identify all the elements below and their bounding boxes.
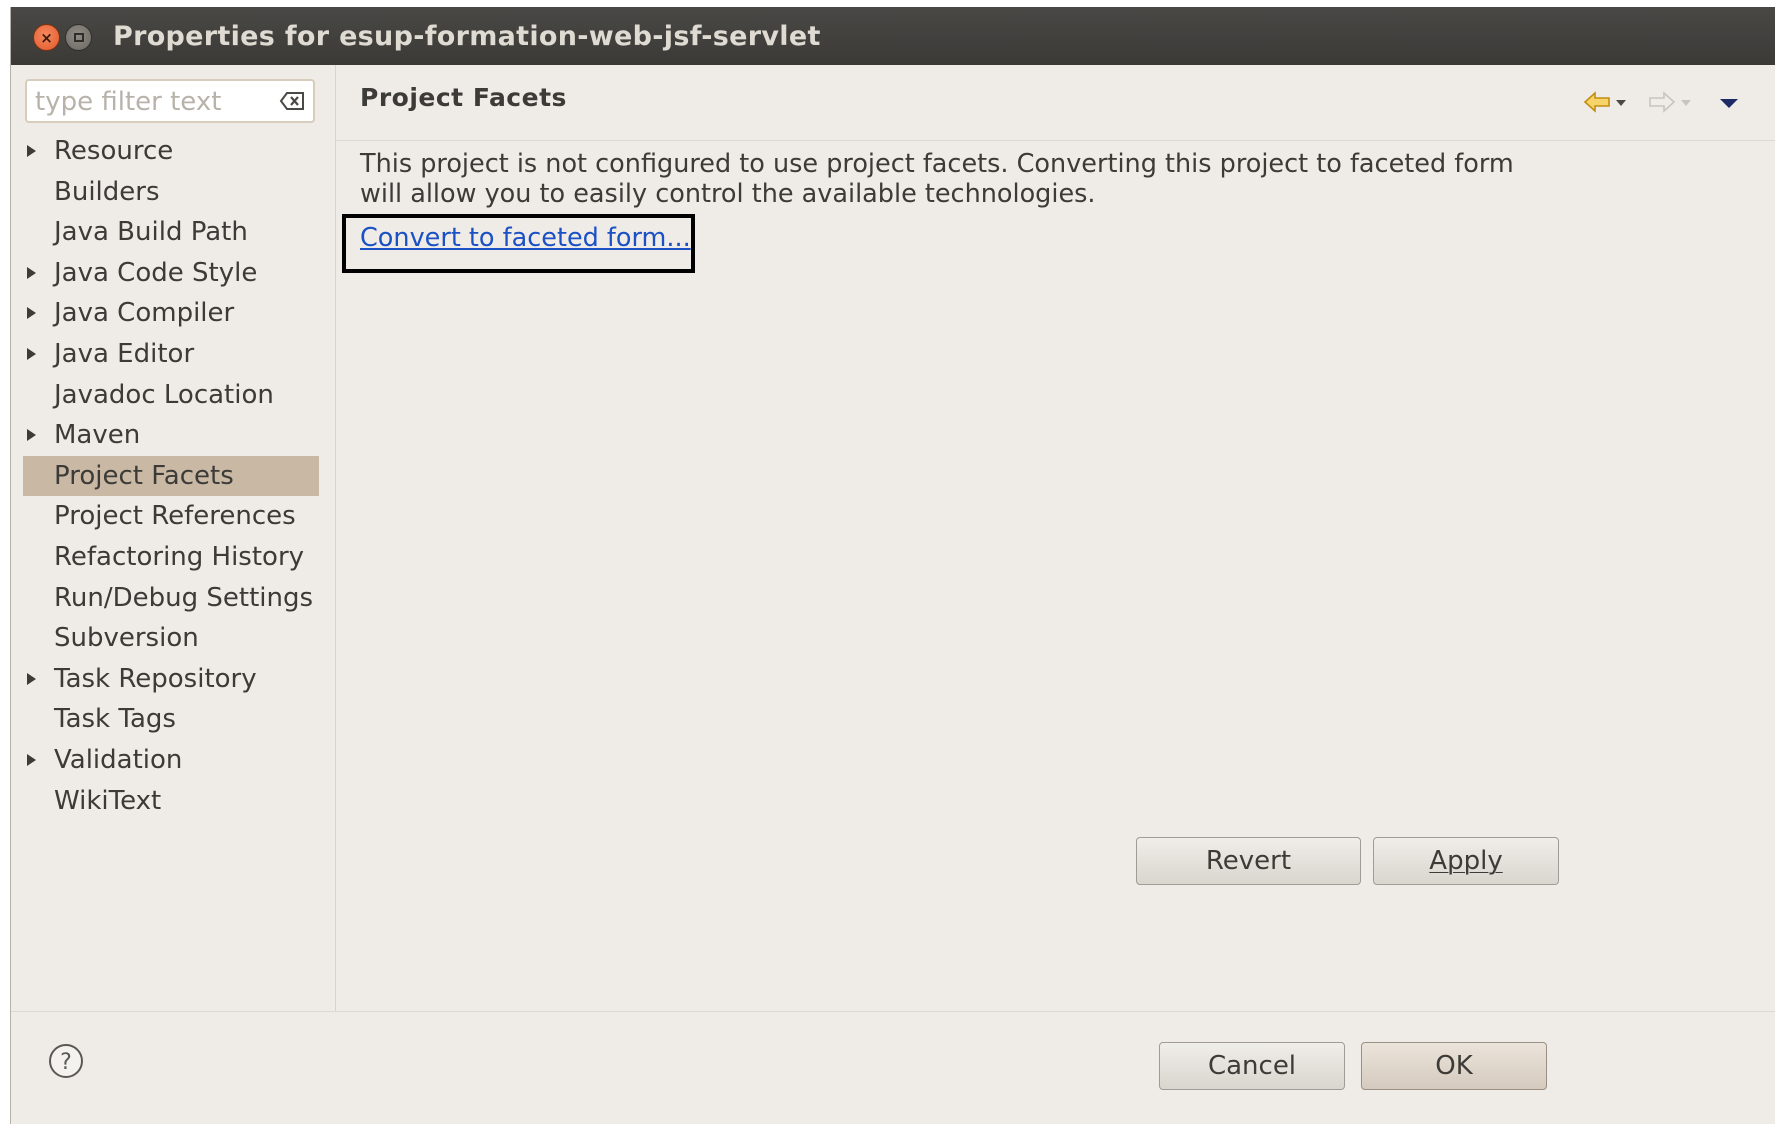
back-arrow-icon[interactable] [1583,91,1631,115]
page-description: This project is not configured to use pr… [360,149,1514,209]
expand-arrow-icon[interactable] [27,266,36,279]
page-title: Project Facets [360,83,567,112]
expand-arrow-icon[interactable] [27,307,36,320]
expand-arrow-icon[interactable] [27,347,36,360]
close-icon: × [40,28,53,47]
tree-item-java-editor[interactable]: Java Editor [23,334,319,375]
property-tree-pane: Resource Builders Java Build Path Java Code… [11,65,336,1011]
expand-arrow-icon[interactable] [27,753,36,766]
convert-to-faceted-form-link[interactable]: Convert to faceted form... [360,223,691,253]
minimize-icon [73,33,84,42]
ok-button[interactable]: OK [1361,1042,1547,1090]
tree-item-builders[interactable]: Builders [23,172,319,213]
property-page: Project Facets This project is not confi… [336,65,1775,1011]
tree-item-label: Run/Debug Settings [54,582,314,613]
tree-item-label: WikiText [54,785,162,816]
tree-item-project-references[interactable]: Project References [23,496,319,537]
tree-item-java-code-style[interactable]: Java Code Style [23,253,319,294]
clear-filter-icon[interactable] [279,90,305,112]
properties-dialog: × Properties for esup-formation-web-jsf-… [10,7,1775,1124]
tree-item-label: Javadoc Location [54,379,274,410]
tree-item-label: Subversion [54,623,199,654]
tree-item-maven[interactable]: Maven [23,415,319,456]
tree-item-label: Java Compiler [54,298,235,329]
tree-item-label: Resource [54,136,174,166]
revert-button[interactable]: Revert [1136,837,1361,885]
expand-arrow-icon[interactable] [27,145,36,157]
tree-item-project-facets[interactable]: Project Facets [23,455,319,497]
cancel-button[interactable]: Cancel [1159,1042,1345,1090]
view-menu-icon[interactable] [1718,91,1742,115]
tree-item-task-repository[interactable]: Task Repository [23,659,319,700]
tree-item-label: Maven [54,420,141,451]
dialog-button-bar: ? Cancel OK [11,1011,1775,1124]
apply-button-label: Apply [1429,846,1503,876]
filter-input[interactable] [33,85,277,119]
tree-item-resource[interactable]: Resource [23,131,319,172]
tree-item-label: Validation [54,744,183,775]
close-window-button[interactable]: × [33,24,60,51]
tree-item-label: Builders [54,176,160,207]
tree-item-java-build-path[interactable]: Java Build Path [23,212,319,253]
tree-item-validation[interactable]: Validation [23,740,319,781]
svg-text:?: ? [60,1050,72,1075]
tree-item-label: Java Build Path [54,217,248,248]
forward-arrow-icon[interactable] [1648,91,1696,115]
tree-item-label: Java Editor [54,338,195,369]
title-bar: × Properties for esup-formation-web-jsf-… [11,7,1775,65]
tree-item-run-debug-settings[interactable]: Run/Debug Settings [23,578,319,619]
tree-item-subversion[interactable]: Subversion [23,618,319,659]
apply-button[interactable]: Apply [1373,837,1559,885]
page-header: Project Facets [336,65,1775,141]
tree-item-label: Project Facets [54,460,234,491]
minimize-window-button[interactable] [65,24,92,51]
tree-item-label: Task Tags [54,704,176,735]
property-tree: Resource Builders Java Build Path Java Code… [23,131,319,821]
tree-item-label: Refactoring History [54,541,305,572]
tree-item-label: Java Code Style [54,257,258,288]
tree-item-wikitext[interactable]: WikiText [23,781,319,822]
tree-item-label: Project References [54,501,296,532]
help-icon[interactable]: ? [48,1043,84,1079]
filter-box [25,79,315,123]
window-title: Properties for esup-formation-web-jsf-se… [113,21,821,52]
expand-arrow-icon[interactable] [27,672,36,685]
tree-item-task-tags[interactable]: Task Tags [23,699,319,740]
tree-item-javadoc-location[interactable]: Javadoc Location [23,375,319,416]
tree-item-label: Task Repository [54,663,257,694]
tree-item-refactoring-history[interactable]: Refactoring History [23,537,319,578]
tree-item-java-compiler[interactable]: Java Compiler [23,293,319,334]
expand-arrow-icon[interactable] [27,429,36,442]
